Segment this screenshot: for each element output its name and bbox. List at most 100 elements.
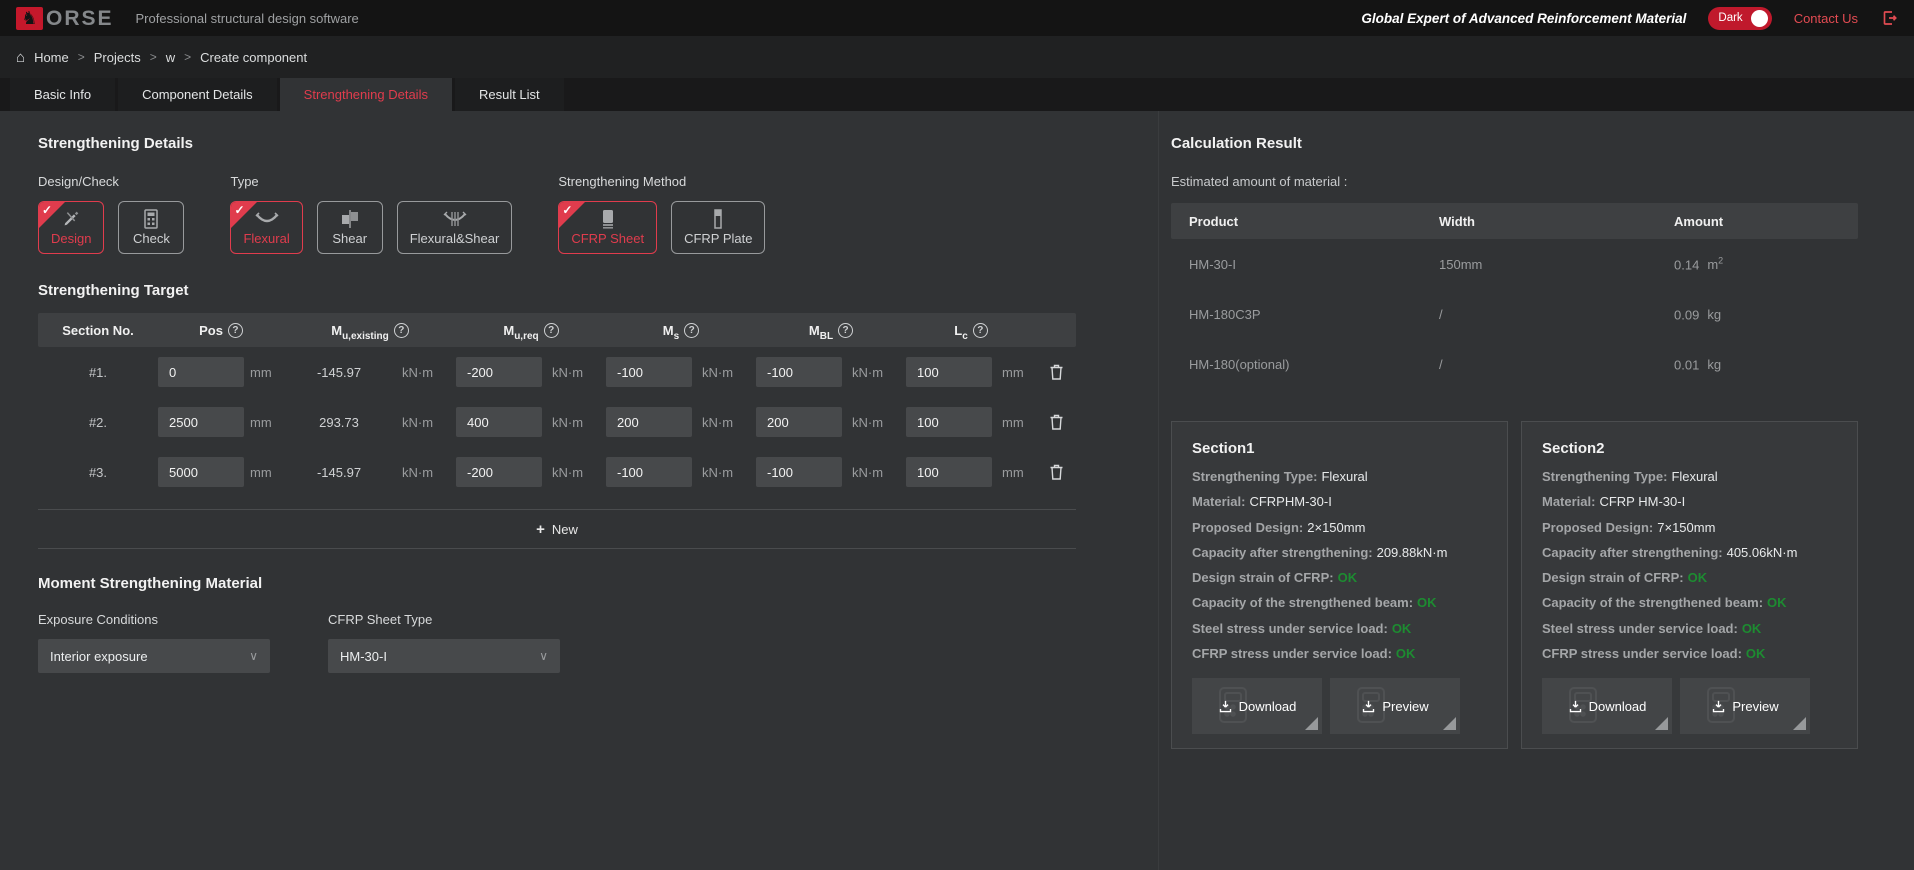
cfrp-sheet-type-select[interactable]: HM-30-I ∨ — [328, 639, 560, 673]
tab-result-list[interactable]: Result List — [455, 78, 564, 111]
exposure-conditions-value: Interior exposure — [50, 649, 148, 664]
shear-option-button[interactable]: Shear — [317, 201, 383, 254]
ms-input[interactable] — [606, 357, 692, 387]
shear-option-label: Shear — [332, 231, 367, 246]
product-cell: HM-180(optional) — [1189, 357, 1439, 372]
breadcrumb-projects[interactable]: Projects — [94, 50, 141, 65]
corner-fold — [1305, 717, 1318, 730]
unit-mm: mm — [994, 365, 1036, 380]
section-row-label: #2. — [38, 415, 158, 430]
contact-us-link[interactable]: Contact Us — [1794, 11, 1858, 26]
cfrp-sheet-type-value: HM-30-I — [340, 649, 387, 664]
logout-button[interactable] — [1880, 9, 1898, 27]
app-tagline: Professional structural design software — [136, 11, 359, 26]
cfrp-plate-option-button[interactable]: CFRP Plate — [671, 201, 765, 254]
tab-basic-info[interactable]: Basic Info — [10, 78, 115, 111]
horse-logo[interactable]: ♞ ORSE — [16, 7, 114, 30]
breadcrumb-project-w[interactable]: w — [166, 50, 175, 65]
help-icon[interactable]: ? — [838, 323, 853, 338]
tab-strengthening-details[interactable]: Strengthening Details — [280, 78, 452, 111]
new-section-label: New — [552, 522, 578, 537]
preview-label: Preview — [1732, 699, 1778, 714]
help-icon[interactable]: ? — [973, 323, 988, 338]
result-line: Material:CFRP HM-30-I — [1542, 494, 1837, 510]
flexural-shear-option-label: Flexural&Shear — [410, 231, 500, 246]
download-icon — [1568, 699, 1583, 714]
mu-req-input[interactable] — [456, 357, 542, 387]
col-lc: Lc ? — [906, 323, 1036, 338]
pos-input[interactable] — [158, 407, 244, 437]
ok-status: OK — [1738, 621, 1762, 636]
width-cell: / — [1439, 307, 1674, 322]
help-icon[interactable]: ? — [394, 323, 409, 338]
tab-component-details[interactable]: Component Details — [118, 78, 277, 111]
cfrp-sheet-option-button[interactable]: ✓ CFRP Sheet — [558, 201, 657, 254]
mbl-input[interactable] — [756, 457, 842, 487]
exposure-conditions-select[interactable]: Interior exposure ∨ — [38, 639, 270, 673]
pos-input[interactable] — [158, 357, 244, 387]
breadcrumb-separator: > — [184, 50, 191, 64]
ms-input[interactable] — [606, 457, 692, 487]
mu-req-input[interactable] — [456, 407, 542, 437]
corner-fold — [1655, 717, 1668, 730]
result-line: Strengthening Type:Flexural — [1542, 469, 1837, 485]
preview-button[interactable]: Preview — [1330, 678, 1460, 734]
delete-row-button[interactable] — [1036, 363, 1076, 381]
result-line: Material:CFRPHM-30-I — [1192, 494, 1487, 510]
ok-status: OK — [1334, 570, 1358, 585]
breadcrumb-home[interactable]: Home — [34, 50, 69, 65]
trash-icon — [1049, 363, 1064, 381]
lc-input[interactable] — [906, 407, 992, 437]
preview-button[interactable]: Preview — [1680, 678, 1810, 734]
trash-icon — [1049, 413, 1064, 431]
col-product: Product — [1189, 214, 1439, 229]
check-icon: ✓ — [234, 203, 244, 217]
ms-input[interactable] — [606, 407, 692, 437]
delete-row-button[interactable] — [1036, 463, 1076, 481]
download-button[interactable]: Download — [1192, 678, 1322, 734]
lc-input[interactable] — [906, 457, 992, 487]
unit-knm: kN·m — [544, 415, 606, 430]
flexural-option-button[interactable]: ✓ Flexural — [230, 201, 302, 254]
calculator-icon — [141, 208, 161, 230]
ok-status: OK — [1413, 595, 1437, 610]
unit-mm: mm — [994, 465, 1036, 480]
design-option-button[interactable]: ✓ Design — [38, 201, 104, 254]
unit-knm: kN·m — [544, 465, 606, 480]
top-bar: ♞ ORSE Professional structural design so… — [0, 0, 1914, 36]
type-group: Type ✓ Flexural — [230, 174, 512, 254]
estimate-table-header: Product Width Amount — [1171, 203, 1858, 239]
flexural-shear-option-button[interactable]: Flexural&Shear — [397, 201, 513, 254]
exposure-conditions-label: Exposure Conditions — [38, 612, 270, 627]
help-icon[interactable]: ? — [228, 323, 243, 338]
mu-req-input[interactable] — [456, 457, 542, 487]
unit-knm: kN·m — [394, 465, 456, 480]
flexural-option-label: Flexural — [243, 231, 289, 246]
delete-row-button[interactable] — [1036, 413, 1076, 431]
cfrp-sheet-option-label: CFRP Sheet — [571, 231, 644, 246]
help-icon[interactable]: ? — [684, 323, 699, 338]
result-line: Capacity of the strengthened beam:OK — [1192, 595, 1487, 611]
mbl-input[interactable] — [756, 407, 842, 437]
cfrp-sheet-type-label: CFRP Sheet Type — [328, 612, 560, 627]
material-estimate-table: Product Width Amount HM-30-I 150mm 0.14m… — [1171, 203, 1858, 389]
amount-cell: 0.14m2 — [1674, 256, 1840, 272]
logout-icon — [1880, 9, 1898, 27]
section2-result-card: Section2 Strengthening Type:Flexural Mat… — [1521, 421, 1858, 749]
chevron-down-icon: ∨ — [249, 649, 258, 663]
help-icon[interactable]: ? — [544, 323, 559, 338]
mu-existing-value: -145.97 — [284, 365, 394, 380]
theme-toggle[interactable]: Dark — [1708, 7, 1771, 30]
lc-input[interactable] — [906, 357, 992, 387]
chevron-down-icon: ∨ — [539, 649, 548, 663]
new-section-button[interactable]: + New — [38, 509, 1076, 549]
pos-input[interactable] — [158, 457, 244, 487]
check-option-button[interactable]: Check — [118, 201, 184, 254]
download-label: Download — [1239, 699, 1297, 714]
download-button[interactable]: Download — [1542, 678, 1672, 734]
section-row-label: #3. — [38, 465, 158, 480]
mbl-input[interactable] — [756, 357, 842, 387]
cfrp-plate-option-label: CFRP Plate — [684, 231, 752, 246]
logo-text: ORSE — [46, 8, 114, 29]
breadcrumb-separator: > — [78, 50, 85, 64]
